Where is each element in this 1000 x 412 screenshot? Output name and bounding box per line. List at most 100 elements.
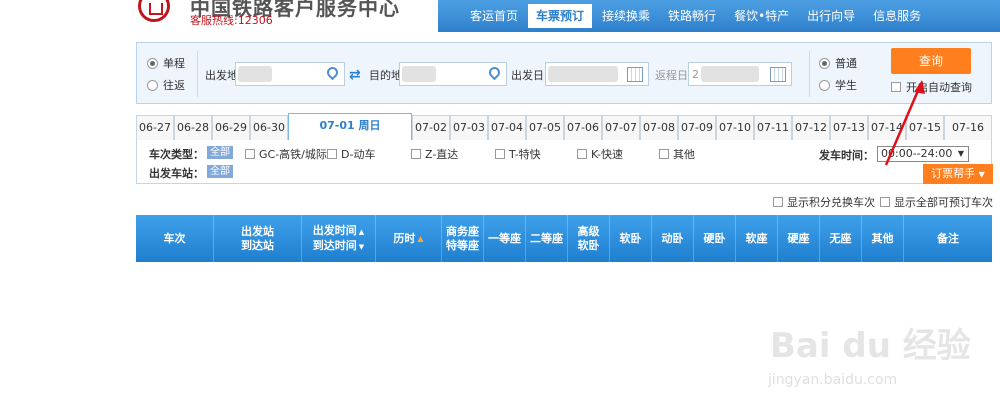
passenger-student[interactable]: 学生: [819, 77, 857, 93]
passenger-adult[interactable]: 普通: [819, 55, 857, 71]
checkbox-icon[interactable]: [327, 149, 337, 159]
date-tab[interactable]: 07-10: [716, 115, 754, 140]
booking-helper-button[interactable]: 订票帮手 ▼: [923, 164, 993, 184]
checkbox-icon[interactable]: [773, 197, 783, 207]
col-hard-seat[interactable]: 硬座: [778, 215, 820, 262]
from-station-input[interactable]: [235, 62, 345, 86]
to-label: 目的地: [369, 69, 402, 82]
col-train-no[interactable]: 车次: [136, 215, 214, 262]
results-table-header: 车次 出发站 到达站 出发时间 ▲ 到达时间 ▼ 历时 ▲ 商务座 特等座 一等座 二等座…: [136, 215, 992, 262]
date-tab[interactable]: 07-05: [526, 115, 564, 140]
filter-area: 车次类型： 全部 GC-高铁/城际 D-动车 Z-直达 T-特快 K-快速 其他…: [136, 140, 993, 184]
return-date-input[interactable]: 2: [688, 62, 792, 86]
show-all-bookable-option[interactable]: 显示全部可预订车次: [880, 194, 993, 210]
date-tab[interactable]: 06-30: [250, 115, 288, 140]
sort-up-icon[interactable]: ▲: [359, 228, 364, 236]
col-second-class[interactable]: 二等座: [526, 215, 568, 262]
checkbox-icon[interactable]: [245, 149, 255, 159]
col-soft-sleeper[interactable]: 软卧: [610, 215, 652, 262]
checkbox-icon[interactable]: [880, 197, 890, 207]
train-type-z[interactable]: Z-直达: [411, 146, 458, 162]
railway-logo-icon[interactable]: [138, 0, 170, 22]
nav-catering[interactable]: 餐饮•特产: [726, 4, 797, 28]
train-type-other[interactable]: 其他: [659, 146, 695, 162]
depart-date-input[interactable]: [545, 62, 649, 86]
col-business[interactable]: 商务座 特等座: [442, 215, 484, 262]
date-tab[interactable]: 06-28: [174, 115, 212, 140]
sort-up-icon[interactable]: ▲: [417, 232, 423, 246]
train-type-t[interactable]: T-特快: [495, 146, 541, 162]
calendar-icon[interactable]: [627, 67, 643, 82]
date-tab[interactable]: 07-14: [868, 115, 906, 140]
blurred-value: [701, 66, 759, 82]
date-tab[interactable]: 07-04: [488, 115, 526, 140]
date-tab[interactable]: 07-09: [678, 115, 716, 140]
location-pin-icon[interactable]: [486, 64, 503, 81]
checkbox-icon[interactable]: [411, 149, 421, 159]
train-type-gc[interactable]: GC-高铁/城际: [245, 146, 327, 162]
sort-down-icon[interactable]: ▼: [359, 243, 364, 251]
date-tab[interactable]: 07-06: [564, 115, 602, 140]
date-tab[interactable]: 07-07: [602, 115, 640, 140]
col-first-class[interactable]: 一等座: [484, 215, 526, 262]
depart-time-label: 发车时间：: [819, 149, 874, 162]
depart-time-select[interactable]: 00:00--24:00 ▼: [877, 146, 969, 162]
trip-one-way[interactable]: 单程: [147, 55, 185, 71]
nav-railway-pass[interactable]: 铁路畅行: [660, 4, 724, 28]
baidu-jingyan-watermark: Bai du 经验: [770, 326, 971, 366]
main-nav: 客运首页 车票预订 接续换乘 铁路畅行 餐饮•特产 出行向导 信息服务: [438, 0, 1000, 32]
col-other[interactable]: 其他: [862, 215, 904, 262]
col-soft-seat[interactable]: 软座: [736, 215, 778, 262]
date-tab[interactable]: 06-27: [136, 115, 174, 140]
col-time[interactable]: 出发时间 ▲ 到达时间 ▼: [302, 215, 376, 262]
nav-home[interactable]: 客运首页: [462, 4, 526, 28]
depart-station-all[interactable]: 全部: [207, 165, 233, 178]
nav-ticket-booking[interactable]: 车票预订: [528, 4, 593, 28]
trip-round[interactable]: 往返: [147, 77, 185, 93]
date-tab[interactable]: 07-11: [754, 115, 792, 140]
date-tab[interactable]: 07-03: [450, 115, 488, 140]
col-station[interactable]: 出发站 到达站: [214, 215, 302, 262]
nav-travel-guide[interactable]: 出行向导: [799, 4, 863, 28]
date-tab-active[interactable]: 07-01 周日: [288, 113, 412, 141]
col-no-seat[interactable]: 无座: [820, 215, 862, 262]
radio-unchecked-icon[interactable]: [819, 79, 830, 91]
checkbox-icon[interactable]: [495, 149, 505, 159]
col-remarks[interactable]: 备注: [904, 215, 992, 262]
checkbox-icon[interactable]: [659, 149, 669, 159]
date-tab[interactable]: 06-29: [212, 115, 250, 140]
calendar-icon[interactable]: [770, 67, 786, 82]
date-tab[interactable]: 07-13: [830, 115, 868, 140]
hotline: 客服热线:12306: [190, 14, 273, 27]
radio-checked-icon[interactable]: [819, 57, 830, 69]
col-motor-sleeper[interactable]: 动卧: [652, 215, 694, 262]
show-points-option[interactable]: 显示积分兑换车次: [773, 194, 875, 210]
swap-stations-icon[interactable]: ⇄: [349, 67, 361, 83]
checkbox-icon[interactable]: [577, 149, 587, 159]
train-type-label: 车次类型：: [149, 148, 204, 161]
blurred-value: [548, 66, 618, 82]
radio-checked-icon[interactable]: [147, 57, 158, 69]
auto-query-option[interactable]: 开启自动查询: [891, 79, 972, 95]
radio-unchecked-icon[interactable]: [147, 79, 158, 91]
location-pin-icon[interactable]: [324, 64, 341, 81]
divider: [809, 51, 810, 97]
train-type-d[interactable]: D-动车: [327, 146, 375, 162]
checkbox-icon[interactable]: [891, 82, 901, 92]
col-hard-sleeper[interactable]: 硬卧: [694, 215, 736, 262]
nav-info-service[interactable]: 信息服务: [865, 4, 929, 28]
date-tab[interactable]: 07-08: [640, 115, 678, 140]
col-duration[interactable]: 历时 ▲: [376, 215, 442, 262]
query-button[interactable]: 查询: [891, 48, 971, 74]
from-label: 出发地: [205, 69, 238, 82]
caret-down-icon: ▼: [978, 170, 985, 179]
train-type-k[interactable]: K-快速: [577, 146, 623, 162]
nav-transfer[interactable]: 接续换乘: [594, 4, 658, 28]
date-tab[interactable]: 07-16: [944, 115, 992, 140]
train-type-all[interactable]: 全部: [207, 146, 233, 159]
date-tab[interactable]: 07-12: [792, 115, 830, 140]
col-deluxe-soft-sleeper[interactable]: 高级 软卧: [568, 215, 610, 262]
to-station-input[interactable]: [399, 62, 507, 86]
date-tab[interactable]: 07-15: [906, 115, 944, 140]
date-tab[interactable]: 07-02: [412, 115, 450, 140]
